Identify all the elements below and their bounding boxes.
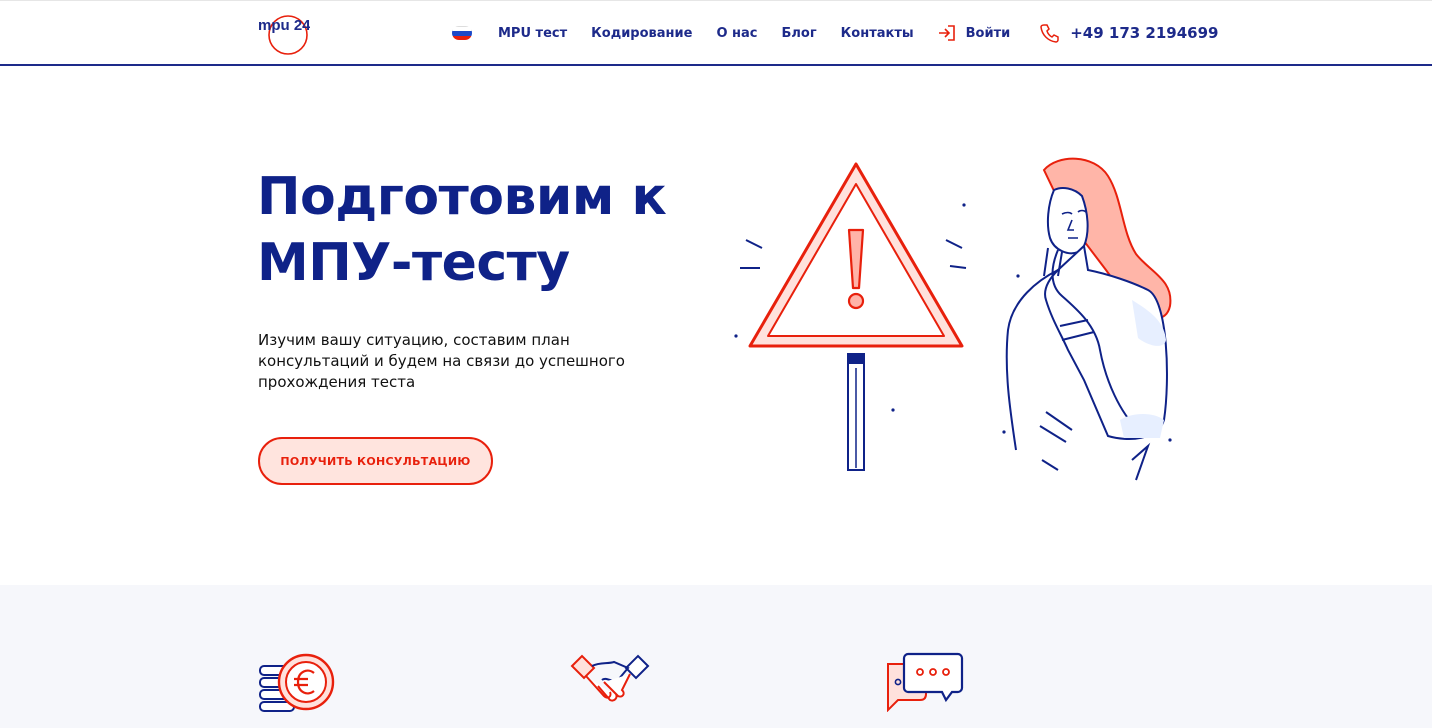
login-label: Войти bbox=[965, 25, 1011, 41]
features-section bbox=[0, 585, 1432, 728]
thinking-woman-illustration bbox=[1002, 157, 1172, 481]
nav-coding[interactable]: Кодирование bbox=[591, 26, 692, 41]
hero-illustration bbox=[734, 157, 1172, 481]
hero-title: Подготовим к МПУ-тесту bbox=[257, 164, 727, 296]
nav-about[interactable]: О нас bbox=[716, 26, 757, 41]
login-link[interactable]: Войти bbox=[938, 25, 1011, 41]
logo-text: mpu 24/7 bbox=[258, 17, 310, 34]
ru-flag-icon[interactable] bbox=[452, 26, 472, 40]
logo[interactable]: mpu 24/7 bbox=[256, 13, 310, 55]
hero-description: Изучим вашу ситуацию, составим план конс… bbox=[258, 331, 625, 391]
handshake-icon bbox=[570, 654, 650, 702]
main-nav: MPU тест Кодирование О нас Блог Контакты… bbox=[452, 1, 1218, 65]
euro-coins-icon bbox=[259, 653, 335, 712]
phone-number: +49 173 2194699 bbox=[1070, 24, 1219, 42]
phone-icon bbox=[1040, 24, 1059, 43]
phone-link[interactable]: +49 173 2194699 bbox=[1040, 23, 1218, 43]
hero-title-line1: Подготовим к bbox=[257, 167, 667, 227]
hero-title-line2: МПУ-тесту bbox=[257, 233, 570, 293]
nav-blog[interactable]: Блог bbox=[782, 26, 817, 41]
get-consultation-button[interactable]: ПОЛУЧИТЬ КОНСУЛЬТАЦИЮ bbox=[258, 437, 493, 485]
warning-sign-icon bbox=[734, 162, 967, 471]
login-icon bbox=[938, 25, 955, 41]
nav-mpu-test[interactable]: MPU тест bbox=[498, 26, 567, 41]
nav-contacts[interactable]: Контакты bbox=[841, 26, 914, 41]
chat-bubbles-icon bbox=[887, 652, 964, 712]
site-header: mpu 24/7 MPU тест Кодирование О нас Блог… bbox=[0, 0, 1432, 66]
